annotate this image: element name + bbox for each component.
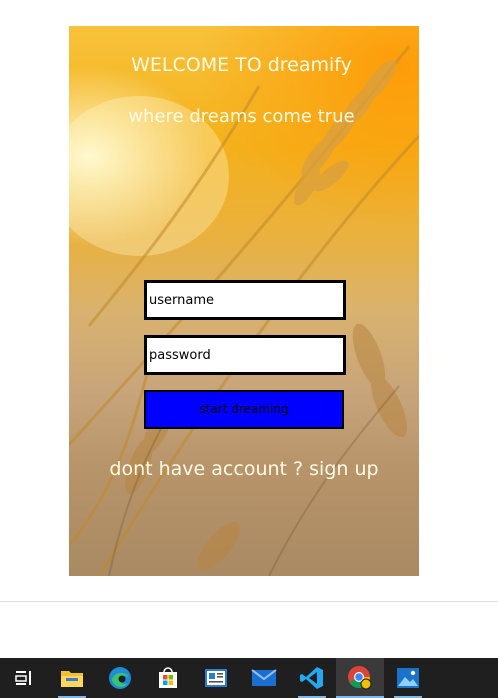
taskbar-edge[interactable] [96,658,144,698]
page-divider [0,601,498,602]
welcome-title: WELCOME TO dreamify [131,54,352,76]
taskbar-task-view[interactable] [0,658,48,698]
store-icon [159,667,177,688]
tagline: where dreams come true [128,106,355,127]
taskbar-mail[interactable] [240,658,288,698]
taskbar-news[interactable] [192,658,240,698]
signup-prefix-text: dont have account ? [109,458,310,480]
password-input[interactable] [144,335,346,375]
edge-icon [109,667,131,689]
start-dreaming-button[interactable]: start dreaming [144,390,344,429]
login-card: WELCOME TO dreamify where dreams come tr… [69,26,419,576]
vscode-icon [300,667,323,689]
taskbar-file-explorer[interactable] [48,658,96,698]
photos-icon [397,668,419,688]
taskbar-store[interactable] [144,658,192,698]
username-input[interactable] [144,280,346,320]
signup-prompt: dont have account ? sign up [69,458,419,480]
taskbar-vscode[interactable] [288,658,336,698]
taskbar [0,658,498,698]
taskbar-photos[interactable] [384,658,432,698]
taskbar-chrome[interactable] [336,658,384,698]
task-view-icon [15,671,31,685]
signup-link[interactable]: sign up [309,458,378,480]
page: WELCOME TO dreamify where dreams come tr… [0,0,498,698]
file-explorer-icon [61,671,83,687]
news-icon [205,669,227,687]
mail-icon [251,669,277,686]
chrome-icon [348,666,372,690]
